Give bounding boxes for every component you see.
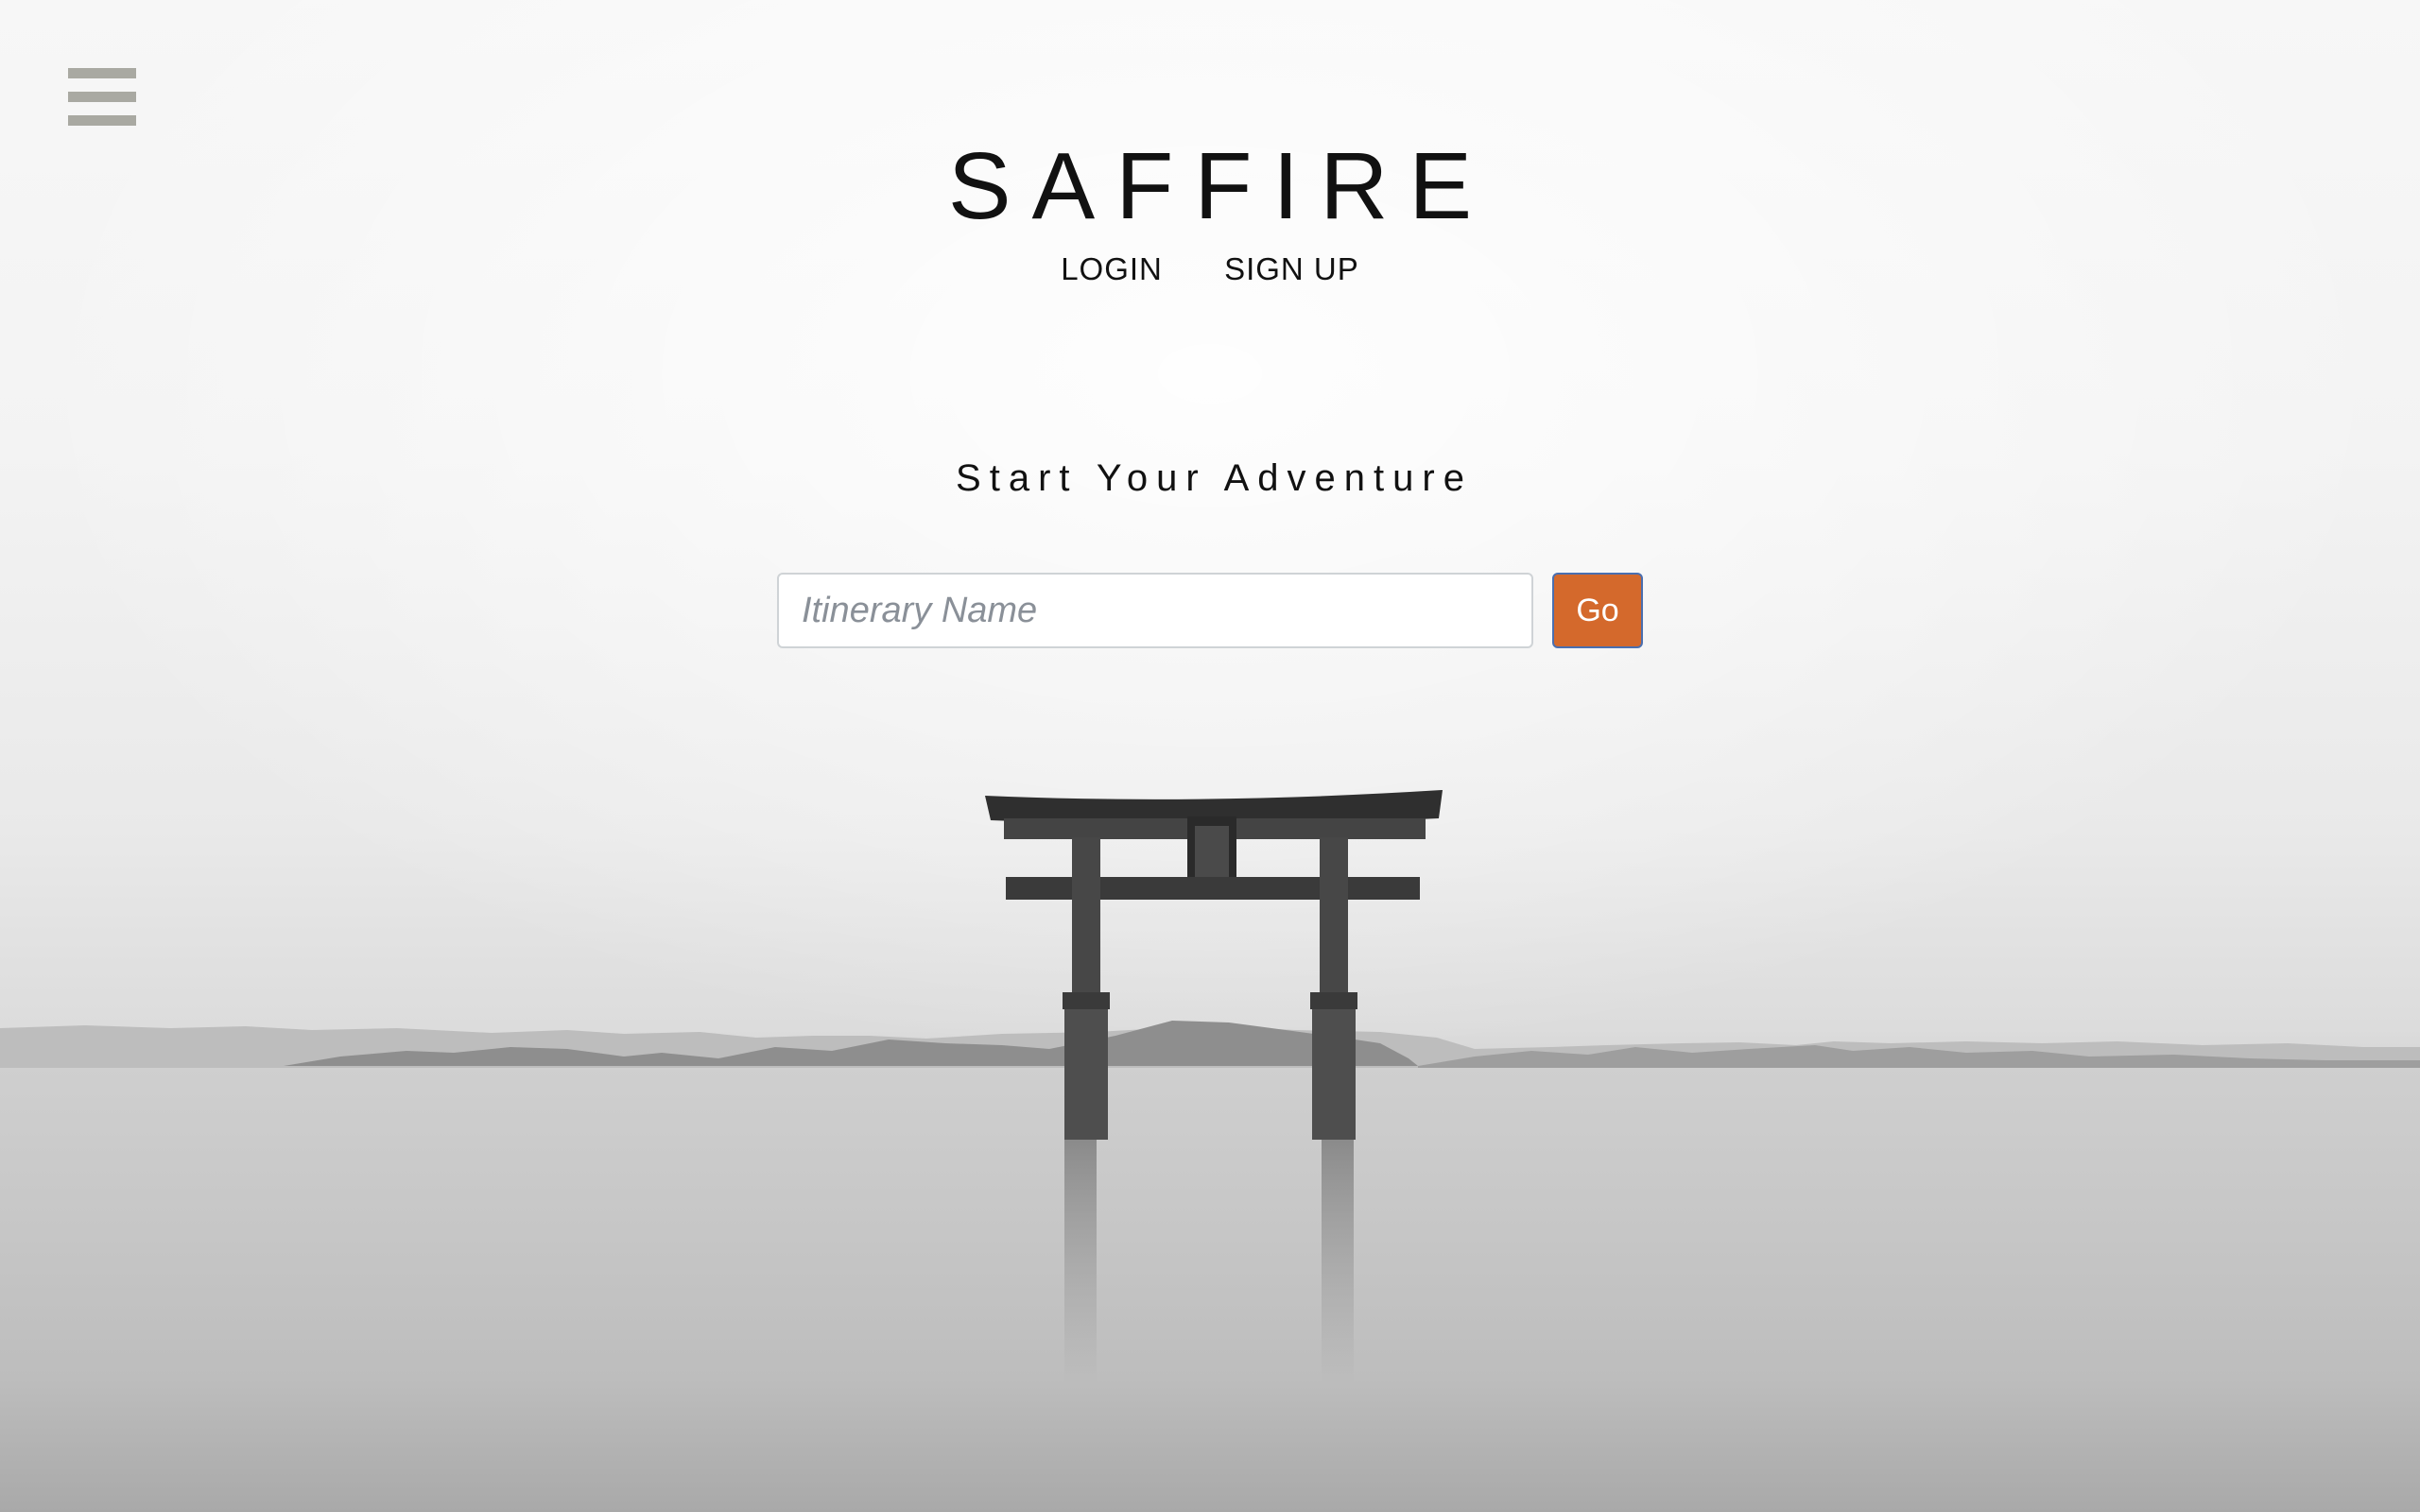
signup-link[interactable]: SIGN UP bbox=[1224, 251, 1359, 286]
torii-gate bbox=[985, 790, 1443, 1140]
landing-page: SAFFIRE LOGIN SIGN UP Start Your Adventu… bbox=[0, 0, 2420, 1512]
itinerary-search-form bbox=[777, 573, 1533, 648]
itinerary-name-input[interactable] bbox=[777, 573, 1533, 648]
login-link[interactable]: LOGIN bbox=[1061, 251, 1163, 286]
brand-logo: SAFFIRE bbox=[947, 133, 1494, 239]
hero-tagline: Start Your Adventure bbox=[956, 457, 1473, 499]
go-button[interactable]: Go bbox=[1552, 573, 1643, 648]
auth-links: LOGIN SIGN UP bbox=[0, 251, 2420, 287]
hamburger-menu-icon[interactable] bbox=[68, 68, 136, 127]
